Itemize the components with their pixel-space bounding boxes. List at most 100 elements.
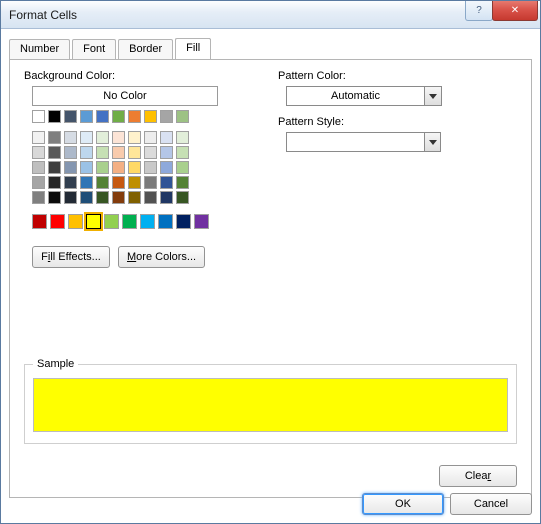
color-swatch[interactable] (96, 146, 109, 159)
color-swatch[interactable] (48, 161, 61, 174)
palette-buttons: Fill Effects... More Colors... (32, 246, 254, 268)
cancel-button[interactable]: Cancel (450, 493, 532, 515)
color-swatch[interactable] (48, 191, 61, 204)
pattern-color-combo[interactable]: Automatic (286, 86, 442, 106)
color-swatch[interactable] (160, 191, 173, 204)
color-swatch[interactable] (96, 131, 109, 144)
tab-font[interactable]: Font (72, 39, 116, 59)
color-swatch[interactable] (160, 161, 173, 174)
color-swatch[interactable] (32, 110, 45, 123)
help-button[interactable]: ? (465, 1, 493, 21)
color-swatch[interactable] (176, 131, 189, 144)
color-swatch[interactable] (48, 176, 61, 189)
color-swatch[interactable] (160, 176, 173, 189)
color-swatch[interactable] (160, 131, 173, 144)
color-swatch[interactable] (80, 191, 93, 204)
ok-button[interactable]: OK (362, 493, 444, 515)
fill-effects-button[interactable]: Fill Effects... (32, 246, 110, 268)
tab-fill[interactable]: Fill (175, 38, 211, 60)
window-controls: ? ✕ (466, 1, 540, 21)
color-swatch[interactable] (176, 161, 189, 174)
color-swatch[interactable] (32, 214, 47, 229)
color-swatch[interactable] (80, 110, 93, 123)
color-swatch[interactable] (64, 176, 77, 189)
color-swatch[interactable] (48, 146, 61, 159)
color-swatch[interactable] (32, 131, 45, 144)
color-swatch[interactable] (128, 146, 141, 159)
sample-group: Sample (24, 358, 517, 444)
color-swatch[interactable] (176, 176, 189, 189)
theme-shade-row (32, 145, 222, 160)
fill-panel: Background Color: No Color Fill Effects.… (9, 60, 532, 498)
color-swatch[interactable] (96, 161, 109, 174)
theme-shade-row (32, 160, 222, 175)
color-swatch[interactable] (112, 161, 125, 174)
color-swatch[interactable] (68, 214, 83, 229)
color-swatch[interactable] (50, 214, 65, 229)
window-title: Format Cells (9, 8, 466, 22)
color-swatch[interactable] (176, 191, 189, 204)
color-swatch[interactable] (194, 214, 209, 229)
color-swatch[interactable] (144, 146, 157, 159)
client-area: Number Font Border Fill Background Color… (1, 29, 540, 523)
color-swatch[interactable] (64, 131, 77, 144)
color-swatch[interactable] (160, 110, 173, 123)
color-swatch[interactable] (32, 176, 45, 189)
color-swatch[interactable] (32, 146, 45, 159)
color-swatch[interactable] (112, 176, 125, 189)
color-swatch[interactable] (128, 161, 141, 174)
color-swatch[interactable] (112, 191, 125, 204)
color-swatch[interactable] (122, 214, 137, 229)
color-swatch[interactable] (96, 191, 109, 204)
color-swatch[interactable] (144, 161, 157, 174)
pattern-color-label: Pattern Color: (278, 70, 498, 82)
color-swatch[interactable] (176, 110, 189, 123)
color-swatch[interactable] (96, 176, 109, 189)
clear-button[interactable]: Clear (439, 465, 517, 487)
color-swatch[interactable] (64, 110, 77, 123)
color-swatch[interactable] (144, 131, 157, 144)
color-swatch[interactable] (64, 146, 77, 159)
close-icon: ✕ (511, 5, 519, 16)
pattern-style-combo[interactable] (286, 132, 498, 152)
color-swatch[interactable] (112, 110, 125, 123)
tab-number[interactable]: Number (9, 39, 70, 59)
color-swatch[interactable] (128, 176, 141, 189)
pattern-style-label: Pattern Style: (278, 116, 498, 128)
color-swatch[interactable] (128, 131, 141, 144)
sample-legend: Sample (33, 358, 78, 370)
color-swatch[interactable] (128, 191, 141, 204)
color-swatch[interactable] (86, 214, 101, 229)
color-swatch[interactable] (80, 161, 93, 174)
color-swatch[interactable] (80, 176, 93, 189)
color-swatch[interactable] (96, 110, 109, 123)
color-swatch[interactable] (112, 146, 125, 159)
more-colors-button[interactable]: More Colors... (118, 246, 205, 268)
tab-border[interactable]: Border (118, 39, 173, 59)
color-swatch[interactable] (48, 110, 61, 123)
color-swatch[interactable] (144, 176, 157, 189)
color-swatch[interactable] (158, 214, 173, 229)
color-swatch[interactable] (144, 191, 157, 204)
color-swatch[interactable] (80, 146, 93, 159)
color-swatch[interactable] (140, 214, 155, 229)
close-button[interactable]: ✕ (492, 1, 538, 21)
color-swatch[interactable] (64, 191, 77, 204)
titlebar[interactable]: Format Cells ? ✕ (1, 1, 540, 29)
color-palette (32, 109, 222, 230)
color-swatch[interactable] (176, 214, 191, 229)
color-swatch[interactable] (112, 131, 125, 144)
color-swatch[interactable] (32, 191, 45, 204)
theme-shade-row (32, 130, 222, 145)
color-swatch[interactable] (144, 110, 157, 123)
color-swatch[interactable] (64, 161, 77, 174)
no-color-button[interactable]: No Color (32, 86, 218, 106)
color-swatch[interactable] (176, 146, 189, 159)
standard-colors-row (32, 213, 222, 230)
color-swatch[interactable] (80, 131, 93, 144)
color-swatch[interactable] (104, 214, 119, 229)
color-swatch[interactable] (32, 161, 45, 174)
color-swatch[interactable] (128, 110, 141, 123)
color-swatch[interactable] (160, 146, 173, 159)
color-swatch[interactable] (48, 131, 61, 144)
